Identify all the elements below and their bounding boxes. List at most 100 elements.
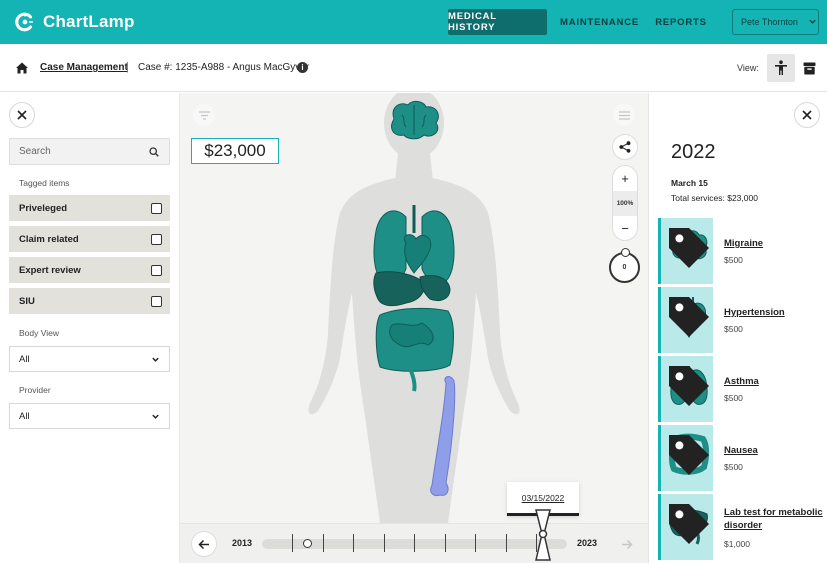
tag-item-siu[interactable]: SIU	[9, 288, 170, 314]
service-cost: $500	[724, 255, 743, 265]
service-name[interactable]: Lab test for metabolic disorder	[724, 506, 824, 532]
timeline-tick	[384, 534, 385, 552]
provider-select[interactable]: All	[9, 403, 170, 429]
close-icon	[17, 110, 27, 120]
tag-item-priveleged[interactable]: Priveleged	[9, 195, 170, 221]
timeline-hourglass-handle[interactable]	[534, 508, 552, 563]
user-name: Pete Thornton	[741, 17, 798, 27]
timeline-tick	[445, 534, 446, 552]
tag-icon	[669, 504, 709, 544]
view-label: View:	[737, 63, 759, 73]
filter-icon[interactable]	[193, 104, 215, 126]
nav-medical-history[interactable]: MEDICAL HISTORY	[448, 9, 547, 35]
arrow-right-icon	[622, 539, 633, 549]
timeline-tick	[414, 534, 415, 552]
chevron-down-icon	[152, 357, 159, 362]
search-input[interactable]	[19, 146, 149, 157]
service-item-hypertension[interactable]: Hypertension $500	[658, 287, 827, 353]
nav-maintenance[interactable]: MAINTENANCE	[557, 9, 642, 35]
service-thumbnail	[658, 287, 713, 353]
body-view-select[interactable]: All	[9, 346, 170, 372]
chevron-down-icon	[152, 414, 159, 419]
zoom-in-button[interactable]: +	[613, 166, 637, 191]
tag-label: Expert review	[19, 264, 81, 276]
tag-checkbox[interactable]	[151, 295, 162, 307]
tagged-items-label: Tagged items	[19, 178, 70, 188]
timeline-forward-button[interactable]	[614, 531, 640, 557]
body-view-label: Body View	[19, 328, 60, 338]
info-icon[interactable]: i	[297, 62, 308, 73]
service-cost: $1,000	[724, 539, 750, 549]
filter-panel: Tagged items Priveleged Claim related Ex…	[0, 93, 180, 563]
timeline-tick	[353, 534, 354, 552]
archive-box-icon	[803, 62, 815, 74]
body-figure-icon	[775, 60, 787, 75]
close-icon	[802, 110, 812, 120]
timeline-bar: 2013 2023	[180, 509, 648, 563]
timeline-start-year: 2013	[232, 538, 253, 548]
selected-date-label: March 15	[671, 178, 708, 188]
close-filters-button[interactable]	[9, 102, 35, 128]
timeline-tick	[292, 534, 293, 552]
breadcrumb-case-management[interactable]: Case Management	[40, 62, 128, 73]
service-item-migraine[interactable]: Migraine $500	[658, 218, 827, 284]
nav-reports[interactable]: REPORTS	[651, 9, 711, 35]
tag-icon	[669, 366, 709, 406]
service-cost: $500	[724, 393, 743, 403]
chartlamp-logo-icon	[15, 12, 34, 32]
rotation-dial[interactable]: 0	[609, 248, 640, 283]
service-name[interactable]: Nausea	[724, 444, 824, 457]
service-name[interactable]: Migraine	[724, 237, 824, 250]
tag-item-claim-related[interactable]: Claim related	[9, 226, 170, 252]
body-view-button[interactable]	[767, 54, 795, 82]
list-icon[interactable]	[613, 104, 635, 126]
provider-value: All	[19, 410, 30, 422]
tag-label: Claim related	[19, 233, 79, 245]
tag-label: Priveleged	[19, 202, 68, 214]
selected-date[interactable]: 03/15/2022	[522, 493, 565, 503]
total-services: Total services: $23,000	[671, 193, 758, 203]
top-bar: ChartLamp MEDICAL HISTORY MAINTENANCE RE…	[0, 0, 827, 44]
archive-view-button[interactable]	[795, 54, 823, 82]
zoom-out-button[interactable]: −	[613, 216, 637, 240]
service-item-asthma[interactable]: Asthma $500	[658, 356, 827, 422]
breadcrumb-separator: |	[126, 61, 129, 73]
timeline-tick	[323, 534, 324, 552]
service-thumbnail	[658, 218, 713, 284]
search-field[interactable]	[9, 138, 170, 165]
arrow-left-icon	[198, 539, 209, 549]
details-panel: 2022 March 15 Total services: $23,000 Mi…	[648, 93, 827, 563]
selected-year: 2022	[671, 141, 716, 163]
chevron-down-icon	[808, 17, 817, 28]
service-cost: $500	[724, 462, 743, 472]
tag-icon	[669, 435, 709, 475]
home-icon[interactable]	[15, 61, 29, 75]
zoom-control: + 100% −	[612, 165, 638, 241]
service-name[interactable]: Asthma	[724, 375, 824, 388]
breadcrumb: Case Management | Case #: 1235-A988 - An…	[0, 44, 827, 92]
brain-organ	[391, 100, 439, 140]
share-button[interactable]	[612, 134, 638, 160]
provider-label: Provider	[19, 385, 51, 395]
tag-item-expert-review[interactable]: Expert review	[9, 257, 170, 283]
zoom-level: 100%	[613, 191, 637, 216]
liver-organ	[373, 271, 451, 307]
body-viewer: $23,000 + 100% − 0 03/15/2022 2013 2023	[180, 93, 648, 563]
service-name[interactable]: Hypertension	[724, 306, 824, 319]
service-item-lab-test[interactable]: Lab test for metabolic disorder $1,000	[658, 494, 827, 560]
body-view-value: All	[19, 353, 30, 365]
tag-checkbox[interactable]	[151, 202, 162, 214]
close-details-button[interactable]	[794, 102, 820, 128]
service-item-nausea[interactable]: Nausea $500	[658, 425, 827, 491]
timeline-event-marker[interactable]	[303, 539, 312, 548]
tag-checkbox[interactable]	[151, 233, 162, 245]
app-logo[interactable]: ChartLamp	[14, 10, 135, 34]
timeline-back-button[interactable]	[191, 531, 217, 557]
case-title: Case #: 1235-A988 - Angus MacGyver	[138, 62, 310, 73]
tag-checkbox[interactable]	[151, 264, 162, 276]
timeline-tick	[475, 534, 476, 552]
service-thumbnail	[658, 356, 713, 422]
search-icon[interactable]	[149, 146, 159, 157]
total-amount-display: $23,000	[191, 138, 279, 164]
user-menu-button[interactable]: Pete Thornton	[732, 9, 819, 35]
